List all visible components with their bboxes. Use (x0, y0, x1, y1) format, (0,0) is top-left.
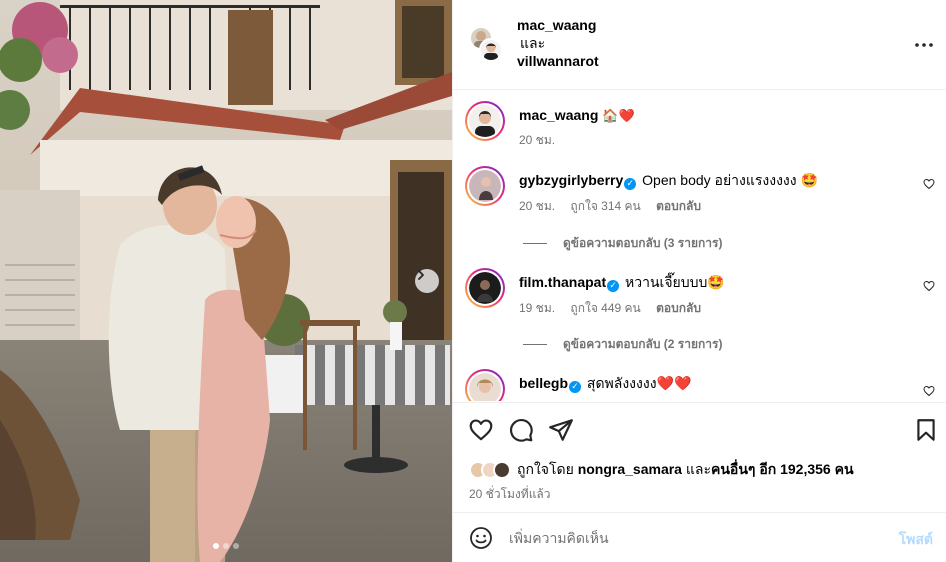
post-panel: mac_waang และ villwannarot mac_waang 🏠❤️… (452, 0, 946, 562)
post-header: mac_waang และ villwannarot (453, 0, 946, 90)
comment-avatar[interactable] (465, 369, 505, 401)
like-comment-heart-icon[interactable] (923, 280, 935, 292)
likes-prefix: ถูกใจโดย (517, 461, 574, 477)
reply-button[interactable]: ตอบกลับ (656, 199, 701, 213)
bookmark-save-icon[interactable] (913, 417, 939, 443)
photo-scene (0, 0, 452, 562)
comment-username[interactable]: gybzygirlyberry (519, 172, 623, 188)
carousel-dot (223, 543, 229, 549)
comment-avatar[interactable] (465, 166, 505, 206)
carousel-dot (213, 543, 219, 549)
verified-badge-icon: ✓ (624, 178, 637, 190)
comment-text: Open body อย่างแรงงงงง 🤩 (642, 172, 818, 188)
comment-text: สุดพลังงงงง❤️❤️ (586, 375, 692, 391)
view-replies-button[interactable]: ดูข้อความตอบกลับ (2 รายการ) (523, 337, 722, 351)
author-username[interactable]: mac_waang (517, 16, 599, 34)
liked-by-username[interactable]: nongra_samara (578, 461, 682, 477)
comment-text: หวานเจี๊ยบบบ🤩 (625, 274, 725, 290)
post-comment-button[interactable]: โพสต์ (899, 529, 933, 551)
verified-badge-icon: ✓ (569, 381, 582, 393)
comment-username[interactable]: mac_waang (519, 107, 598, 123)
comment-input[interactable] (509, 527, 869, 549)
comment-like-count[interactable]: ถูกใจ 314 คน (570, 199, 640, 213)
chevron-right-icon (418, 270, 424, 280)
post-actions: ถูกใจโดย nongra_samara และคนอื่นๆ อีก 19… (453, 402, 946, 512)
share-send-icon[interactable] (548, 417, 574, 443)
collab-avatars[interactable] (469, 26, 503, 62)
comment-time: 20 ชม. (519, 199, 556, 213)
post-authors: mac_waang และ villwannarot (517, 16, 599, 70)
caption-text: 🏠❤️ (602, 109, 635, 124)
add-comment-bar: โพสต์ (453, 512, 946, 562)
likes-suffix: และ (685, 461, 711, 477)
comment-time: 20 ชม. (519, 133, 556, 147)
view-replies-button[interactable]: ดูข้อความตอบกลับ (3 รายการ) (523, 236, 722, 250)
like-comment-heart-icon[interactable] (923, 385, 935, 397)
more-horizontal-icon (915, 43, 933, 47)
verified-badge-icon: ✓ (607, 280, 620, 292)
post-photo[interactable] (0, 0, 452, 562)
post-timestamp[interactable]: 20 ชั่วโมงที่แล้ว (469, 485, 551, 504)
carousel-indicators (0, 543, 452, 549)
like-comment-heart-icon[interactable] (923, 178, 935, 190)
comment-bubble-icon[interactable] (508, 417, 534, 443)
avatar (493, 461, 511, 479)
more-options-button[interactable] (915, 36, 933, 47)
comment-username[interactable]: film.thanapat (519, 274, 606, 290)
caption-avatar[interactable] (465, 101, 505, 141)
liked-by-others[interactable]: คนอื่นๆ อีก 192,356 คน (711, 461, 854, 477)
author-username[interactable]: villwannarot (517, 52, 599, 70)
comments-list[interactable]: mac_waang 🏠❤️ 20 ชม. gybzygirlyberry ✓ Op… (453, 91, 946, 401)
like-heart-icon[interactable] (468, 417, 494, 443)
avatar (479, 38, 503, 62)
author-conjunction: และ (520, 35, 546, 51)
likes-summary[interactable]: ถูกใจโดย nongra_samara และคนอื่นๆ อีก 19… (469, 459, 854, 481)
emoji-smile-icon[interactable] (469, 526, 493, 550)
comment-username[interactable]: bellegb (519, 375, 568, 391)
comment-like-count[interactable]: ถูกใจ 449 คน (570, 301, 640, 315)
comment-time: 19 ชม. (519, 301, 556, 315)
reply-button[interactable]: ตอบกลับ (656, 301, 701, 315)
comment-avatar[interactable] (465, 268, 505, 308)
carousel-next-button[interactable] (415, 269, 439, 293)
carousel-dot (233, 543, 239, 549)
